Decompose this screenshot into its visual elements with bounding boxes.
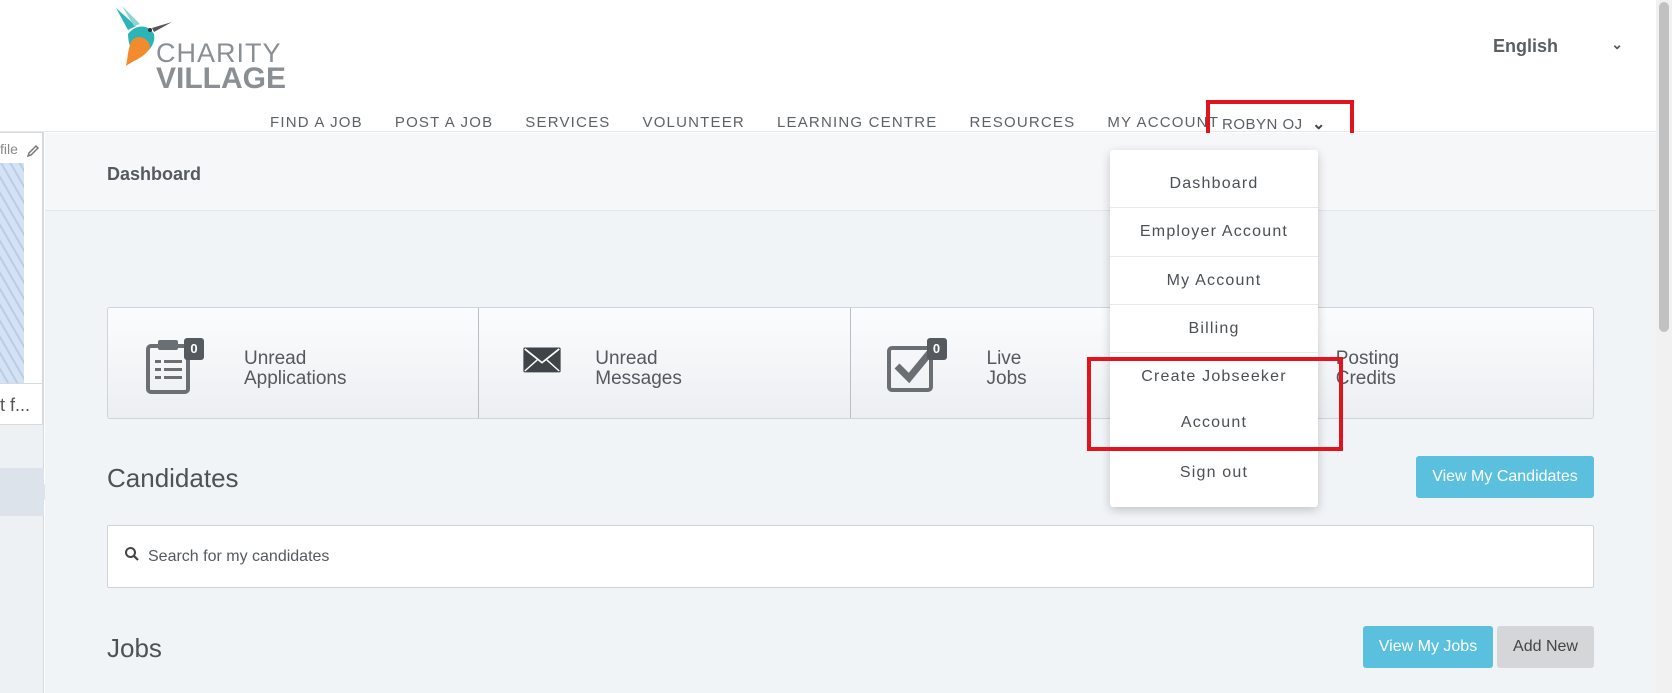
menu-item-dashboard[interactable]: Dashboard (1110, 175, 1318, 193)
candidates-heading: Candidates (107, 463, 239, 493)
jobs-heading: Jobs (107, 633, 162, 663)
profile-image (0, 163, 24, 383)
candidate-search-input[interactable] (144, 526, 1544, 587)
main-content: Dashboard 0 Unread Applications Unread M… (45, 133, 1656, 693)
page-title: Dashboard (107, 164, 202, 184)
chevron-down-icon: ⌄ (1611, 36, 1623, 52)
stat-label: Unread Applications (244, 349, 394, 389)
menu-item-employer-account[interactable]: Employer Account (1110, 223, 1318, 241)
stat-label-line1: Posting (1335, 348, 1400, 369)
divider (0, 383, 42, 384)
nav-post-a-job[interactable]: POST A JOB (395, 114, 493, 134)
menu-item-my-account[interactable]: My Account (1110, 272, 1318, 290)
logo-text-village: VILLAGE (156, 62, 287, 95)
profile-name-truncated: t f... (0, 395, 31, 415)
count-badge: 0 (184, 338, 204, 360)
nav-resources[interactable]: RESOURCES (970, 114, 1076, 134)
envelope-icon (523, 347, 561, 373)
view-my-jobs-button[interactable]: View My Jobs (1363, 626, 1493, 668)
menu-divider (1110, 352, 1318, 353)
add-new-job-button[interactable]: Add New (1497, 626, 1594, 668)
menu-item-billing[interactable]: Billing (1110, 320, 1318, 338)
dashboard-header: Dashboard (45, 133, 1656, 211)
stat-label: Unread Messages (595, 349, 745, 389)
menu-divider (1110, 304, 1318, 305)
language-value: English (1493, 36, 1559, 56)
stat-label-line1: Unread (244, 348, 307, 369)
user-dropdown-menu: Dashboard Employer Account My Account Bi… (1110, 150, 1318, 507)
stat-label-line2: Applications (244, 368, 347, 389)
chevron-down-icon: ⌄ (1312, 116, 1326, 133)
candidate-search-box (107, 525, 1594, 588)
profile-edit-label[interactable]: file (0, 141, 18, 157)
profile-card[interactable]: file t f... (0, 132, 43, 425)
language-select[interactable]: English ⌄ (1493, 36, 1623, 62)
charity-village-logo[interactable]: CHARITY VILLAGE (114, 4, 286, 95)
page-scrollbar[interactable] (1656, 0, 1672, 693)
user-name: ROBYN OJ (1222, 116, 1303, 133)
search-icon (125, 547, 139, 561)
sidebar-active-item[interactable] (0, 468, 44, 516)
site-header: CHARITY VILLAGE English ⌄ FIND A JOB POS… (0, 0, 1656, 132)
menu-item-sign-out[interactable]: Sign out (1110, 464, 1318, 482)
stat-unread-applications[interactable]: 0 Unread Applications (108, 308, 480, 418)
nav-learning-centre[interactable]: LEARNING CENTRE (777, 114, 938, 134)
stat-label-line1: Unread (595, 348, 658, 369)
scrollbar-thumb[interactable] (1659, 2, 1669, 332)
view-my-candidates-button[interactable]: View My Candidates (1416, 456, 1594, 498)
nav-my-account[interactable]: MY ACCOUNT (1107, 114, 1219, 134)
menu-divider (1110, 256, 1318, 257)
pencil-icon[interactable] (26, 144, 40, 158)
nav-find-a-job[interactable]: FIND A JOB (270, 114, 363, 134)
nav-volunteer[interactable]: VOLUNTEER (642, 114, 745, 134)
stat-label-line2: Messages (595, 368, 682, 389)
stat-label-line2: Credits (1335, 368, 1396, 389)
menu-divider (1110, 207, 1318, 208)
main-nav: FIND A JOB POST A JOB SERVICES VOLUNTEER… (270, 114, 1251, 134)
count-badge: 0 (926, 338, 947, 360)
stats-panel: 0 Unread Applications Unread Messages 0 (107, 307, 1594, 419)
highlight-box (1087, 357, 1343, 451)
stat-label: Posting Credits (1336, 349, 1486, 389)
stat-unread-messages[interactable]: Unread Messages (479, 308, 851, 418)
nav-services[interactable]: SERVICES (525, 114, 610, 134)
